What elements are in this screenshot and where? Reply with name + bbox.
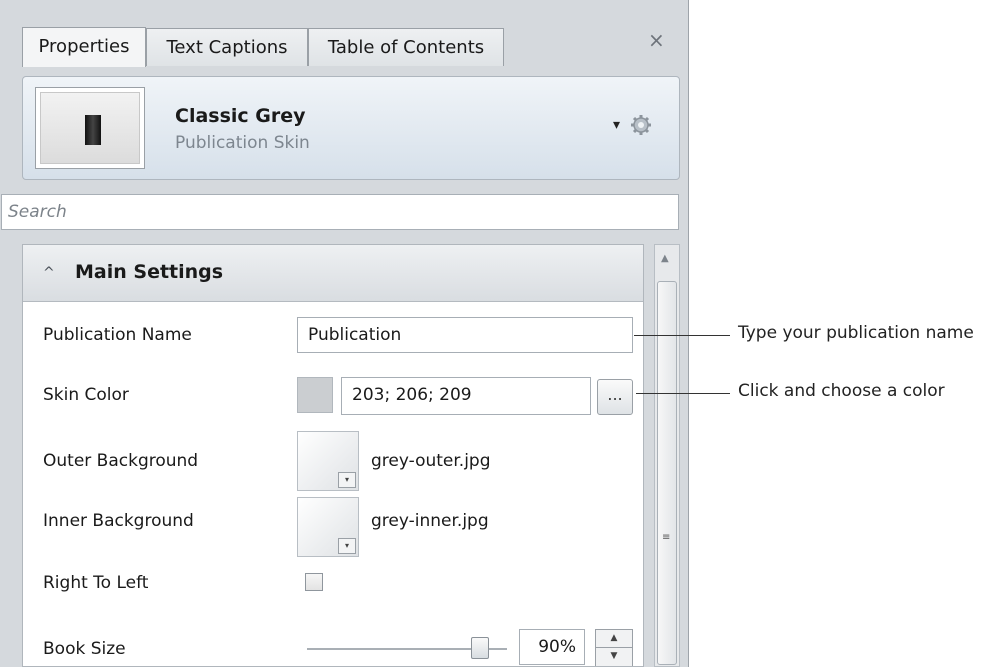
tab-text-captions[interactable]: Text Captions	[146, 28, 308, 66]
gear-icon[interactable]	[629, 113, 653, 137]
spin-down-icon[interactable]: ▼	[596, 648, 632, 666]
chevron-up-icon: ^	[43, 265, 55, 281]
tab-table-of-contents[interactable]: Table of Contents	[308, 28, 504, 66]
dropdown-arrow-icon[interactable]: ▾	[338, 472, 356, 488]
book-size-spinner[interactable]: ▲ ▼	[595, 629, 633, 666]
skin-color-input[interactable]: 203; 206; 209	[341, 377, 591, 415]
skin-color-label: Skin Color	[43, 385, 129, 405]
skin-subtitle: Publication Skin	[175, 133, 310, 153]
skin-preview-image	[40, 92, 140, 164]
skin-title: Classic Grey	[175, 105, 306, 127]
inner-background-thumbnail[interactable]: ▾	[297, 497, 359, 557]
callout-line	[636, 393, 730, 394]
inner-background-label: Inner Background	[43, 511, 194, 531]
choose-color-button[interactable]: ...	[597, 379, 633, 415]
book-size-input[interactable]: 90%	[519, 629, 585, 665]
section-header-main-settings[interactable]: ^ Main Settings	[23, 245, 643, 302]
publication-name-label: Publication Name	[43, 325, 192, 345]
book-size-slider-thumb[interactable]	[471, 637, 489, 659]
spin-up-icon[interactable]: ▲	[596, 630, 632, 648]
skin-thumbnail	[35, 87, 145, 169]
callout-line	[634, 335, 730, 336]
inner-background-file: grey-inner.jpg	[371, 511, 489, 531]
grip-icon: ≡	[662, 532, 671, 543]
dropdown-arrow-icon[interactable]: ▾	[338, 538, 356, 554]
book-icon	[85, 115, 101, 145]
callout-choose-color: Click and choose a color	[738, 381, 945, 401]
skin-color-swatch[interactable]	[297, 377, 333, 413]
properties-panel: Properties Text Captions Table of Conten…	[0, 0, 689, 667]
right-to-left-label: Right To Left	[43, 573, 149, 593]
close-icon[interactable]: ×	[648, 28, 665, 52]
publication-name-input[interactable]: Publication	[297, 317, 633, 353]
book-size-label: Book Size	[43, 639, 126, 659]
scroll-up-icon[interactable]: ▲	[661, 253, 669, 264]
right-to-left-checkbox[interactable]	[305, 573, 323, 591]
dropdown-arrow-icon[interactable]: ▾	[613, 117, 620, 133]
outer-background-thumbnail[interactable]: ▾	[297, 431, 359, 491]
settings-list: ^ Main Settings Publication Name Publica…	[22, 244, 644, 667]
section-title: Main Settings	[75, 261, 224, 283]
search-input[interactable]: Search	[1, 194, 679, 230]
skin-selector[interactable]: Classic Grey Publication Skin ▾	[22, 76, 680, 180]
outer-background-label: Outer Background	[43, 451, 199, 471]
outer-background-file: grey-outer.jpg	[371, 451, 491, 471]
callout-publication-name: Type your publication name	[738, 323, 974, 343]
vertical-scrollbar[interactable]: ▲ ≡	[654, 244, 680, 667]
scrollbar-thumb[interactable]: ≡	[657, 281, 677, 665]
tab-properties[interactable]: Properties	[22, 27, 146, 67]
